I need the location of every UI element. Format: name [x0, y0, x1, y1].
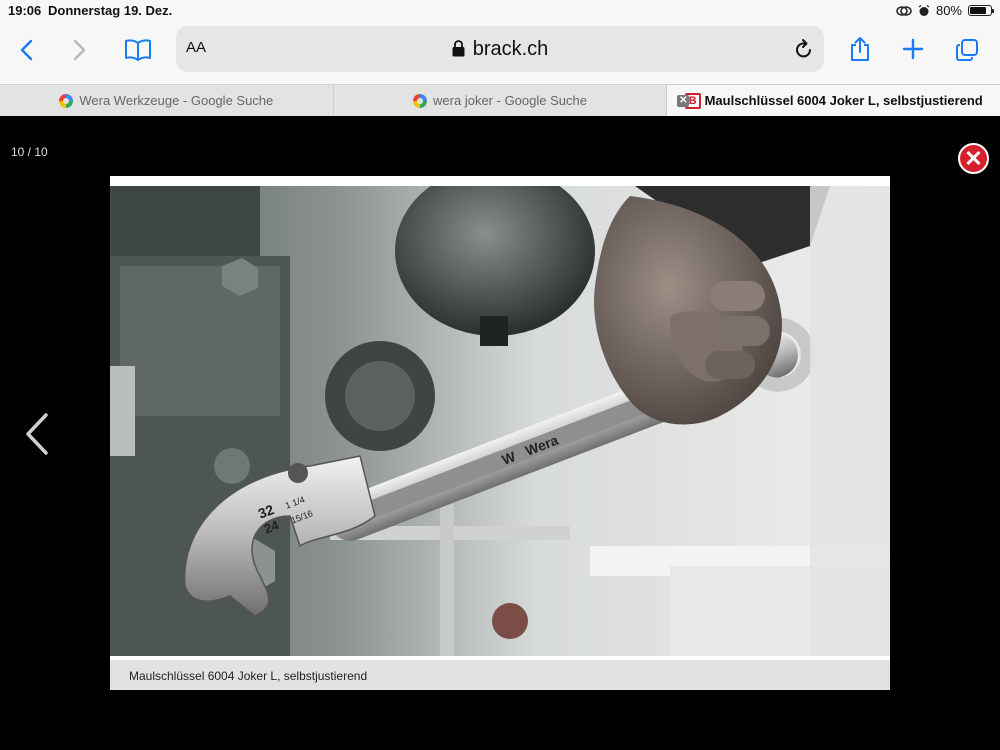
close-lightbox-button[interactable]: ✕ [958, 143, 989, 174]
status-indicators: 80% [896, 3, 994, 18]
new-tab-icon[interactable] [900, 36, 926, 62]
tab-bar: Wera Werkzeuge - Google Suche wera joker… [0, 84, 1000, 116]
status-date: Donnerstag 19. Dez. [48, 3, 173, 18]
chevron-left-icon [26, 413, 48, 455]
bookmarks-icon[interactable] [122, 36, 154, 64]
image-counter: 10 / 10 [11, 145, 48, 159]
browser-toolbar: AA brack.ch [0, 22, 1000, 84]
image-caption: Maulschlüssel 6004 Joker L, selbstjustie… [110, 660, 890, 690]
alarm-icon [918, 4, 930, 16]
reload-icon[interactable] [794, 38, 814, 60]
tab-title: Wera Werkzeuge - Google Suche [79, 93, 274, 108]
tab-maulschluessel[interactable]: ✕ B Maulschlüssel 6004 Joker L, selbstju… [667, 85, 1000, 116]
status-time: 19:06 [8, 3, 42, 18]
tab-title: Maulschlüssel 6004 Joker L, selbstjustie… [704, 93, 983, 108]
tabs-icon[interactable] [953, 36, 981, 64]
forward-icon[interactable] [68, 36, 92, 64]
tab-wera-joker[interactable]: wera joker - Google Suche [334, 85, 668, 116]
status-bar: 19:06 Donnerstag 19. Dez. 80% [0, 0, 1000, 22]
image-lightbox: 10 / 10 ✕ Wera W 32 24 1 1/4 15/16 Mauls… [0, 116, 1000, 750]
close-tab-icon[interactable]: ✕ [677, 95, 690, 107]
close-icon: ✕ [964, 145, 983, 171]
battery-percent: 80% [935, 3, 962, 18]
wrench-photo-illustration: Wera W 32 24 1 1/4 15/16 [110, 186, 890, 656]
screen-mirror-icon [896, 5, 912, 16]
lock-icon [452, 40, 465, 57]
url-display[interactable]: brack.ch [176, 38, 824, 61]
address-bar[interactable]: AA brack.ch [176, 26, 824, 72]
battery-icon [968, 5, 994, 16]
share-icon[interactable] [846, 34, 874, 64]
image-frame: Wera W 32 24 1 1/4 15/16 Maulschlüssel 6… [110, 176, 890, 690]
back-icon[interactable] [14, 36, 38, 64]
google-icon [59, 93, 74, 108]
product-photo: Wera W 32 24 1 1/4 15/16 [110, 186, 890, 656]
previous-image-button[interactable] [22, 412, 52, 461]
google-icon [413, 93, 428, 108]
tab-title: wera joker - Google Suche [433, 93, 587, 108]
tab-wera-werkzeuge[interactable]: Wera Werkzeuge - Google Suche [0, 85, 334, 116]
url-text: brack.ch [472, 38, 549, 60]
